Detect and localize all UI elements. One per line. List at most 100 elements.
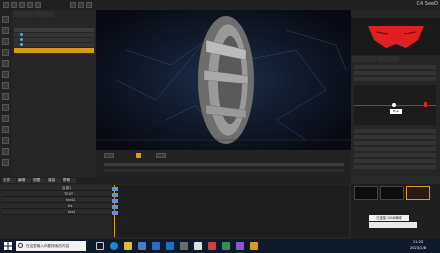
tab-menu-help[interactable]: 帮助 bbox=[62, 178, 76, 183]
timeline-ruler bbox=[104, 169, 344, 172]
folder-icon[interactable] bbox=[124, 242, 132, 250]
play-button[interactable] bbox=[11, 2, 17, 8]
layer-row[interactable]: text bbox=[2, 209, 112, 215]
property-row[interactable] bbox=[354, 165, 436, 169]
light-tool-icon[interactable] bbox=[2, 93, 9, 100]
brand-logo: C4 SeeD bbox=[416, 1, 438, 7]
preview-panel bbox=[351, 10, 440, 55]
tree-dot-icon bbox=[20, 38, 23, 41]
zoom-tool-icon[interactable] bbox=[2, 38, 9, 45]
pen-tool-icon[interactable] bbox=[2, 49, 9, 56]
property-row[interactable] bbox=[354, 129, 436, 133]
tab-menu-file[interactable]: 文件 bbox=[2, 178, 16, 183]
network-popup: 已连接 2/0/8局域 bbox=[369, 215, 409, 221]
app-icon[interactable] bbox=[250, 242, 258, 250]
paint-tool-icon[interactable] bbox=[2, 115, 9, 122]
brush-tool-icon[interactable] bbox=[2, 137, 9, 144]
property-row[interactable] bbox=[354, 147, 436, 151]
timeline-track-area[interactable] bbox=[112, 185, 349, 237]
shape-tool-icon[interactable] bbox=[2, 71, 9, 78]
app-icon[interactable] bbox=[222, 242, 230, 250]
store-icon[interactable] bbox=[138, 242, 146, 250]
mail-icon[interactable] bbox=[152, 242, 160, 250]
taskbar: 在这里输入你要搜索的内容 11:23 2023/1/8 bbox=[0, 239, 440, 253]
tab-menu-edit[interactable]: 编辑 bbox=[17, 178, 31, 183]
tree-row[interactable] bbox=[14, 43, 94, 47]
edge-icon[interactable] bbox=[110, 242, 118, 250]
rotate-tool-button[interactable] bbox=[78, 2, 84, 8]
select-tool-icon[interactable] bbox=[2, 16, 9, 23]
property-row[interactable] bbox=[354, 71, 436, 75]
tab-menu-view[interactable]: 视图 bbox=[32, 178, 46, 183]
viewport-3d[interactable]: FPS:58.43 888806 GPU:37% Mem:321130/9088… bbox=[96, 10, 351, 150]
eraser-tool-icon[interactable] bbox=[2, 126, 9, 133]
layer-label: text bbox=[68, 210, 76, 214]
keyframe-marker[interactable] bbox=[112, 211, 118, 215]
settings-button[interactable] bbox=[27, 2, 33, 8]
spiral-shape bbox=[197, 15, 255, 145]
asset-thumbnail[interactable] bbox=[380, 186, 404, 200]
windows-icon[interactable] bbox=[4, 242, 12, 250]
graph-marker bbox=[424, 102, 427, 107]
search-placeholder: 在这里输入你要搜索的内容 bbox=[26, 244, 70, 248]
property-row[interactable] bbox=[354, 77, 436, 81]
tab-menu-render[interactable]: 渲染 bbox=[47, 178, 61, 183]
frame-back-button[interactable] bbox=[104, 153, 114, 158]
render-button[interactable] bbox=[35, 2, 41, 8]
effect-tool-icon[interactable] bbox=[2, 104, 9, 111]
tree-row[interactable] bbox=[14, 28, 94, 32]
camera-tool-icon[interactable] bbox=[2, 82, 9, 89]
timeline-scrubber[interactable] bbox=[104, 163, 344, 166]
property-row[interactable] bbox=[354, 153, 436, 157]
asset-thumbnail[interactable] bbox=[354, 186, 378, 200]
move-tool-button[interactable] bbox=[70, 2, 76, 8]
hand-tool-icon[interactable] bbox=[2, 27, 9, 34]
keyframe-marker[interactable] bbox=[112, 199, 118, 203]
tree-row[interactable] bbox=[14, 33, 94, 37]
app-icon[interactable] bbox=[166, 242, 174, 250]
property-row[interactable] bbox=[354, 141, 436, 145]
stop-button[interactable] bbox=[19, 2, 25, 8]
tree-dot-icon bbox=[20, 33, 23, 36]
keyframe-marker[interactable] bbox=[112, 187, 118, 191]
scale-tool-button[interactable] bbox=[86, 2, 92, 8]
app-icon[interactable] bbox=[208, 242, 216, 250]
task-view-icon[interactable] bbox=[96, 242, 104, 250]
top-toolbar: C4 SeeD bbox=[0, 0, 440, 10]
tree-row-selected[interactable] bbox=[14, 48, 94, 53]
viewport-controls bbox=[96, 150, 351, 177]
record-button[interactable] bbox=[3, 2, 9, 8]
properties-panel: Eye bbox=[351, 55, 440, 177]
app-icon[interactable] bbox=[236, 242, 244, 250]
clock-date[interactable]: 2023/1/8 bbox=[400, 246, 436, 252]
tree-row[interactable] bbox=[14, 38, 94, 42]
search-box[interactable]: 在这里输入你要搜索的内容 bbox=[16, 241, 86, 251]
property-row[interactable] bbox=[354, 159, 436, 163]
tab-object[interactable] bbox=[34, 11, 54, 17]
property-row[interactable] bbox=[354, 65, 436, 69]
graph-area[interactable]: Eye bbox=[354, 85, 436, 125]
tab-effects[interactable] bbox=[377, 56, 399, 62]
scene-render bbox=[96, 10, 351, 150]
search-icon bbox=[18, 243, 23, 248]
text-tool-icon[interactable] bbox=[2, 60, 9, 67]
tree-dot-icon bbox=[20, 43, 23, 46]
keyframe-button[interactable] bbox=[136, 153, 141, 158]
keyframe-marker[interactable] bbox=[112, 205, 118, 209]
app-icon[interactable] bbox=[194, 242, 202, 250]
clone-tool-icon[interactable] bbox=[2, 148, 9, 155]
graph-tag: Eye bbox=[390, 109, 402, 114]
asset-tabs bbox=[351, 177, 440, 184]
tab-properties[interactable] bbox=[352, 56, 376, 62]
keyframe-marker[interactable] bbox=[112, 193, 118, 197]
puppet-tool-icon[interactable] bbox=[2, 159, 9, 166]
panel-toolbar bbox=[351, 10, 440, 18]
left-tool-column bbox=[0, 10, 12, 177]
tab-scene[interactable] bbox=[13, 11, 33, 17]
graph-point[interactable] bbox=[392, 103, 396, 107]
frame-forward-button[interactable] bbox=[156, 153, 166, 158]
asset-thumbnail-selected[interactable] bbox=[406, 186, 430, 200]
timeline-tabs: 文件 编辑 视图 渲染 帮助 bbox=[0, 177, 351, 184]
property-row[interactable] bbox=[354, 135, 436, 139]
app-icon[interactable] bbox=[180, 242, 188, 250]
